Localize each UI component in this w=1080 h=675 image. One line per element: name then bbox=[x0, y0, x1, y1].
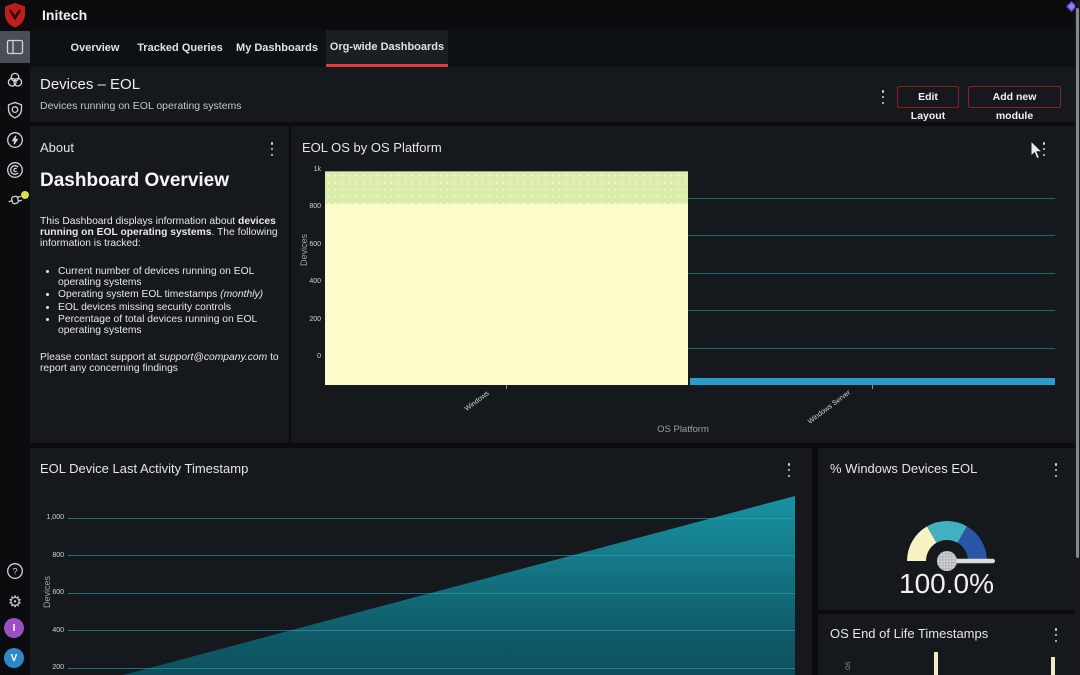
mini-bar[interactable] bbox=[934, 652, 938, 675]
gridline bbox=[68, 555, 795, 556]
sidebar-item-endpoints[interactable] bbox=[0, 95, 30, 125]
eolts-kebab-menu[interactable] bbox=[1051, 628, 1061, 642]
gauge-title: % Windows Devices EOL bbox=[830, 461, 977, 476]
panel-eol-last-activity: EOL Device Last Activity Timestamp Devic… bbox=[30, 448, 812, 675]
y-tick: 1,000 bbox=[36, 514, 64, 521]
gridline bbox=[68, 593, 795, 594]
help-button[interactable]: ? bbox=[0, 556, 30, 586]
x-tick-label: Windows Server bbox=[807, 389, 852, 425]
chart1-y-axis-label: Devices bbox=[299, 234, 309, 266]
gauge-kebab-menu[interactable] bbox=[1051, 463, 1061, 477]
lightning-circle-icon bbox=[6, 131, 24, 149]
panel-os-eol-timestamps: OS End of Life Timestamps OS bbox=[818, 614, 1075, 675]
page-title: Devices – EOL bbox=[40, 76, 140, 93]
y-tick: 600 bbox=[295, 241, 321, 248]
page-header: Devices – EOL Devices running on EOL ope… bbox=[30, 67, 1080, 124]
panel-about: About Dashboard Overview This Dashboard … bbox=[30, 126, 289, 443]
avatar-initech[interactable]: I bbox=[4, 618, 24, 638]
trefoil-circles-icon bbox=[6, 71, 24, 89]
x-tick-label: Windows bbox=[464, 390, 491, 413]
chart1-plot-area bbox=[325, 170, 1055, 385]
y-tick: 400 bbox=[295, 278, 321, 285]
panel-pct-windows-eol: % Windows Devices EOL 100.0% bbox=[818, 448, 1075, 610]
y-tick: 200 bbox=[295, 316, 321, 323]
chart1-title: EOL OS by OS Platform bbox=[302, 140, 442, 155]
gauge-value: 100.0% bbox=[818, 568, 1075, 600]
gridline bbox=[68, 668, 795, 669]
gridline bbox=[68, 518, 795, 519]
gridline bbox=[68, 630, 795, 631]
app-root: ? ⚙ I V Initech Overview Tracked Queries… bbox=[0, 0, 1080, 675]
y-tick: 400 bbox=[36, 627, 64, 634]
add-new-module-button[interactable]: Add new module bbox=[968, 86, 1061, 108]
about-heading: Dashboard Overview bbox=[40, 170, 229, 192]
chart1-x-axis-label: OS Platform bbox=[291, 424, 1075, 435]
about-footer-text: Please contact support at support@compan… bbox=[40, 352, 280, 374]
y-tick: 800 bbox=[295, 203, 321, 210]
settings-gear-icon[interactable]: ⚙ bbox=[0, 587, 30, 617]
svg-text:?: ? bbox=[12, 566, 17, 577]
page-subtitle: Devices running on EOL operating systems bbox=[40, 100, 242, 112]
tab-org-wide-dashboards[interactable]: Org-wide Dashboards bbox=[326, 30, 448, 67]
tab-overview[interactable]: Overview bbox=[64, 30, 126, 67]
panel-eol-os-by-platform: EOL OS by OS Platform Devices 1k 800 600… bbox=[291, 126, 1075, 443]
mouse-cursor bbox=[1030, 141, 1043, 160]
tab-bar: Overview Tracked Queries My Dashboards O… bbox=[30, 30, 1080, 67]
list-item: EOL devices missing security controls bbox=[58, 302, 278, 313]
radar-spiral-icon bbox=[6, 161, 24, 179]
y-tick: 1k bbox=[295, 166, 321, 173]
y-tick: 0 bbox=[295, 353, 321, 360]
about-panel-title: About bbox=[40, 140, 74, 155]
sidebar-item-intel[interactable] bbox=[0, 155, 30, 185]
edit-layout-button[interactable]: Edit Layout bbox=[897, 86, 959, 108]
bar-windows-server[interactable] bbox=[690, 378, 1055, 385]
brand-shield-logo-icon[interactable] bbox=[3, 2, 27, 28]
sidebar-item-integrations[interactable] bbox=[0, 185, 30, 215]
chart2-plot-area bbox=[68, 485, 795, 675]
gauge-chart[interactable] bbox=[895, 518, 999, 574]
sidebar: ? ⚙ I V bbox=[0, 0, 30, 675]
tab-my-dashboards[interactable]: My Dashboards bbox=[236, 30, 318, 67]
about-intro-text: This Dashboard displays information abou… bbox=[40, 216, 280, 250]
shield-target-icon bbox=[6, 101, 24, 119]
tab-tracked-queries[interactable]: Tracked Queries bbox=[134, 30, 226, 67]
about-kebab-menu[interactable] bbox=[267, 142, 277, 156]
question-circle-icon: ? bbox=[6, 562, 24, 580]
notification-dot bbox=[21, 191, 29, 199]
brand-name: Initech bbox=[42, 0, 87, 30]
area-series-fill[interactable] bbox=[68, 485, 795, 675]
sidebar-item-dashboards[interactable] bbox=[0, 31, 30, 63]
x-tick-mark bbox=[506, 385, 507, 389]
list-item: Current number of devices running on EOL… bbox=[58, 266, 278, 288]
about-bullet-list: Current number of devices running on EOL… bbox=[40, 266, 278, 337]
eolts-title: OS End of Life Timestamps bbox=[830, 626, 988, 641]
y-tick: 800 bbox=[36, 552, 64, 559]
vertical-scrollbar[interactable] bbox=[1075, 0, 1080, 675]
eolts-y-axis-label: OS bbox=[846, 661, 852, 670]
bar-windows-base[interactable] bbox=[325, 204, 688, 385]
dashboard-layout-icon bbox=[6, 38, 24, 56]
chart2-title: EOL Device Last Activity Timestamp bbox=[40, 461, 248, 476]
top-bar: Initech bbox=[30, 0, 1080, 30]
mini-bar[interactable] bbox=[1051, 657, 1055, 675]
y-tick: 600 bbox=[36, 589, 64, 596]
bar-windows-pattern-cap[interactable] bbox=[325, 171, 688, 204]
page-kebab-menu[interactable] bbox=[878, 90, 888, 104]
list-item: Operating system EOL timestamps (monthly… bbox=[58, 289, 278, 300]
sidebar-item-detections[interactable] bbox=[0, 65, 30, 95]
scrollbar-thumb[interactable] bbox=[1076, 8, 1079, 558]
chart2-kebab-menu[interactable] bbox=[784, 463, 794, 477]
x-tick-mark bbox=[872, 385, 873, 389]
y-tick: 200 bbox=[36, 664, 64, 671]
list-item: Percentage of total devices running on E… bbox=[58, 314, 278, 336]
avatar-user[interactable]: V bbox=[4, 648, 24, 668]
sidebar-item-activity[interactable] bbox=[0, 125, 30, 155]
